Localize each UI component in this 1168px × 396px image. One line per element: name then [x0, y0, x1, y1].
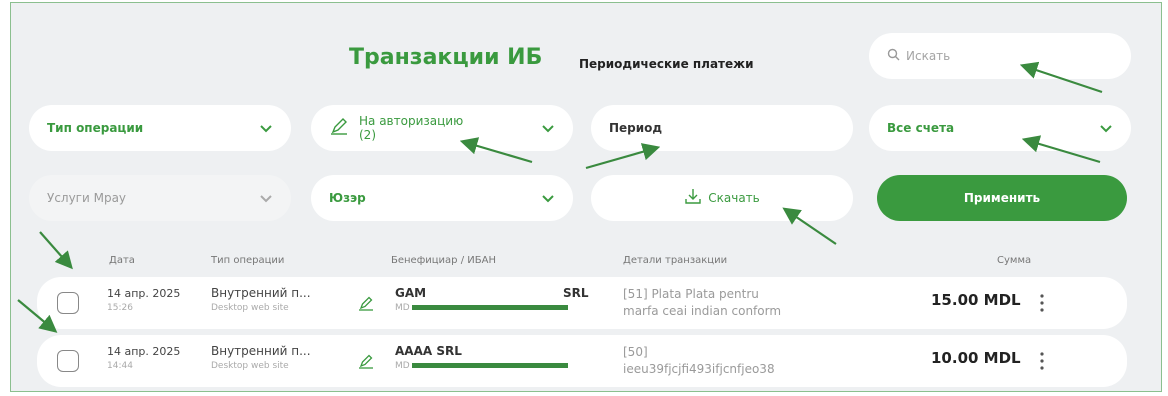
accounts-label: Все счета	[887, 121, 955, 135]
row-time: 14:44	[107, 361, 133, 371]
beneficiary-cell: GAM SRL MD	[395, 286, 605, 316]
details-cell: [51] Plata Plata pentru marfa ceai india…	[623, 286, 781, 320]
iban-row: MD	[395, 359, 605, 374]
row-channel: Desktop web site	[211, 361, 289, 371]
beneficiary-name: GAM	[395, 286, 427, 300]
iban-redaction	[411, 305, 568, 310]
date-cell: 14 апр. 2025 15:26	[107, 286, 180, 316]
tab-periodic-payments[interactable]: Периодические платежи	[579, 57, 754, 71]
details-line-1: [51] Plata Plata pentru	[623, 287, 759, 301]
date-cell: 14 апр. 2025 14:44	[107, 344, 180, 374]
details-cell: [50] ieeu39fjcjfi493ifjcnfjeo38	[623, 344, 775, 378]
period-field[interactable]: Период	[591, 105, 853, 151]
column-header-details: Детали транзакции	[623, 255, 728, 266]
iban-prefix: MD	[395, 303, 410, 313]
chevron-down-icon	[541, 191, 555, 205]
iban-prefix: MD	[395, 361, 410, 371]
row-date: 14 апр. 2025	[107, 287, 181, 300]
authorization-text: На авторизацию	[359, 114, 464, 128]
amount-cell: 10.00 MDL	[931, 349, 1021, 367]
operation-type-label: Тип операции	[47, 121, 144, 135]
apply-button[interactable]: Применить	[877, 175, 1127, 221]
download-label: Скачать	[708, 191, 760, 205]
pen-icon	[357, 352, 375, 370]
search-icon	[887, 48, 900, 65]
iban-row: MD	[395, 301, 605, 316]
table-row[interactable]: 14 апр. 2025 15:26 Внутренний п... Deskt…	[37, 277, 1127, 329]
tab-ib-transactions[interactable]: Транзакции ИБ	[349, 45, 542, 70]
column-header-beneficiary: Бенефициар / ИБАН	[391, 255, 496, 266]
services-dropdown[interactable]: Услуги Mpay	[29, 175, 291, 221]
amount-cell: 15.00 MDL	[931, 291, 1021, 309]
row-time: 15:26	[107, 303, 133, 313]
details-line-2: marfa ceai indian conform	[623, 304, 782, 318]
download-icon	[684, 187, 702, 209]
user-label: Юзэр	[329, 191, 366, 205]
user-dropdown[interactable]: Юзэр	[311, 175, 573, 221]
column-header-date: Дата	[109, 255, 135, 266]
row-type: Внутренний п...	[211, 286, 311, 300]
services-label: Услуги Mpay	[47, 191, 127, 205]
authorization-label: На авторизацию (2)	[359, 114, 541, 142]
search-box[interactable]	[869, 33, 1131, 79]
table-row[interactable]: 14 апр. 2025 14:44 Внутренний п... Deskt…	[37, 335, 1127, 387]
beneficiary-suffix: SRL	[563, 286, 589, 300]
transactions-panel: Транзакции ИБ Периодические платежи Тип …	[10, 2, 1162, 392]
row-date: 14 апр. 2025	[107, 345, 181, 358]
chevron-down-icon	[541, 121, 555, 135]
details-line-1: [50]	[623, 345, 648, 359]
download-button[interactable]: Скачать	[591, 175, 853, 221]
row-type: Внутренний п...	[211, 344, 311, 358]
operation-type-dropdown[interactable]: Тип операции	[29, 105, 291, 151]
row-checkbox[interactable]	[57, 292, 79, 314]
beneficiary-name-row: GAM SRL	[395, 286, 605, 301]
row-checkbox[interactable]	[57, 350, 79, 372]
more-options-icon[interactable]	[1039, 351, 1045, 371]
authorization-dropdown[interactable]: На авторизацию (2)	[311, 105, 573, 151]
type-cell: Внутренний п... Desktop web site	[211, 344, 311, 374]
chevron-down-icon	[259, 121, 273, 135]
column-header-operation-type: Тип операции	[211, 255, 285, 266]
iban-redaction	[411, 363, 568, 368]
pen-icon	[329, 116, 351, 140]
pen-icon	[357, 294, 375, 312]
accounts-dropdown[interactable]: Все счета	[869, 105, 1131, 151]
period-label: Период	[609, 121, 663, 135]
details-line-2: ieeu39fjcjfi493ifjcnfjeo38	[623, 362, 775, 376]
column-header-amount: Сумма	[997, 255, 1032, 266]
chevron-down-icon	[1099, 121, 1113, 135]
authorization-count: (2)	[359, 128, 376, 142]
chevron-down-icon	[259, 191, 273, 205]
beneficiary-name: AAAA SRL	[395, 344, 462, 358]
type-cell: Внутренний п... Desktop web site	[211, 286, 311, 316]
search-input[interactable]	[906, 49, 1086, 63]
row-channel: Desktop web site	[211, 303, 289, 313]
more-options-icon[interactable]	[1039, 293, 1045, 313]
beneficiary-cell: AAAA SRL MD	[395, 344, 605, 374]
